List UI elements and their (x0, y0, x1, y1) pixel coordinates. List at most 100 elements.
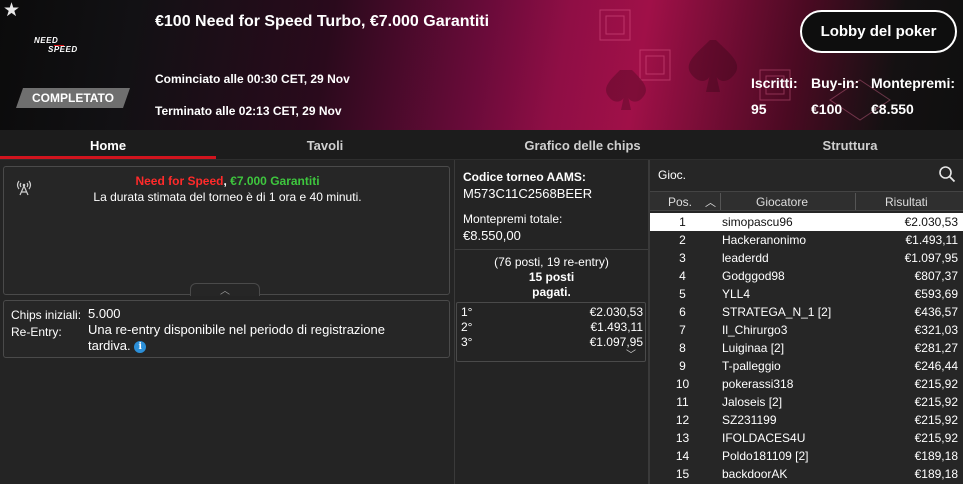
row-player: simopascu96 (722, 215, 793, 229)
row-player: T-palleggio (722, 359, 781, 373)
row-result: €246,44 (914, 359, 958, 373)
row-position: 11 (676, 395, 689, 409)
row-player: Poldo181109 [2] (722, 449, 809, 463)
aams-code-value: M573C11C2568BEER (463, 186, 593, 201)
table-row[interactable]: 5 YLL4 €593,69 (650, 285, 963, 303)
row-position: 13 (675, 431, 690, 445)
player-search-input[interactable]: Gioc. (658, 168, 686, 182)
tournament-title: €100 Need for Speed Turbo, €7.000 Garant… (155, 13, 490, 30)
row-player: Jaloseis [2] (722, 395, 783, 409)
row-result: €1.097,95 (904, 251, 958, 265)
table-row[interactable]: 9 T-palleggio €246,44 (650, 357, 963, 375)
prize-position: 1° (461, 305, 473, 319)
paid-places-suffix: pagati. (532, 285, 571, 299)
row-result: €215,92 (914, 413, 958, 427)
row-result: €593,69 (914, 287, 958, 301)
players-table-header: Pos. ︿ Giocatore Risultati (650, 191, 963, 211)
row-result: €2.030,53 (904, 215, 958, 229)
table-row[interactable]: 4 Godggod98 €807,37 (650, 267, 963, 285)
end-time: Terminato alle 02:13 CET, 29 Nov (155, 104, 342, 118)
prize-row: 2° €1.493,11 (461, 320, 643, 335)
prize-row: 3° €1.097,95 (461, 335, 643, 350)
row-player: IFOLDACES4U (722, 431, 806, 445)
row-player: leaderdd (722, 251, 769, 265)
table-row[interactable]: 13 IFOLDACES4U €215,92 (650, 429, 963, 447)
table-row[interactable]: 3 leaderdd €1.097,95 (650, 249, 963, 267)
table-row[interactable]: 7 Il_Chirurgo3 €321,03 (650, 321, 963, 339)
row-position: 14 (675, 449, 690, 463)
row-result: €215,92 (914, 395, 958, 409)
info-icon[interactable]: i (134, 340, 147, 353)
row-position: 3 (679, 251, 686, 265)
aams-code-label: Codice torneo AAMS: (463, 170, 586, 184)
status-badge: COMPLETATO (16, 88, 130, 108)
table-row[interactable]: 15 backdoorAK €189,18 (650, 465, 963, 483)
stat-buyin: Buy-in: €100 (811, 75, 859, 117)
row-position: 4 (679, 269, 686, 283)
table-row[interactable]: 6 STRATEGA_N_1 [2] €436,57 (650, 303, 963, 321)
col-position[interactable]: Pos. (668, 195, 692, 209)
total-prize-label: Montepremi totale: (463, 212, 563, 226)
start-time: Cominciato alle 00:30 CET, 29 Nov (155, 72, 350, 86)
collapse-toggle[interactable]: ︿ (190, 283, 260, 297)
row-result: €189,18 (914, 467, 958, 481)
prize-list[interactable]: 1° €2.030,53 2° €1.493,11 3° €1.097,95 ﹀ (456, 302, 646, 362)
table-row[interactable]: 10 pokerassi318 €215,92 (650, 375, 963, 393)
row-result: €321,03 (914, 323, 958, 337)
tournament-header: ★ NEED SPEED COMPLETATO €100 Need for Sp… (0, 0, 963, 130)
row-position: 9 (679, 359, 686, 373)
players-table-body: 1 simopascu96 €2.030,53 2 Hackeranonimo €1.4… (650, 213, 963, 483)
chevron-down-icon[interactable]: ﹀ (626, 346, 636, 361)
tournament-lobby-window: ★ NEED SPEED COMPLETATO €100 Need for Sp… (0, 0, 963, 484)
row-result: €807,37 (914, 269, 958, 283)
row-result: €281,27 (914, 341, 958, 355)
table-row[interactable]: 11 Jaloseis [2] €215,92 (650, 393, 963, 411)
stat-prize-pool-label: Montepremi: (871, 75, 955, 91)
row-player: YLL4 (722, 287, 751, 301)
col-results[interactable]: Risultati (885, 195, 928, 209)
row-position: 2 (679, 233, 686, 247)
chevron-up-icon: ︿ (220, 286, 230, 297)
tab-bar: Home Tavoli Grafico delle chips Struttur… (0, 130, 963, 160)
tab-chip-graph[interactable]: Grafico delle chips (470, 130, 695, 160)
tournament-name-line: Need for Speed, €7.000 Garantiti (4, 174, 451, 188)
starting-chips-value: 5.000 (88, 306, 121, 321)
table-row[interactable]: 1 simopascu96 €2.030,53 (650, 213, 963, 231)
paid-places-text: (76 posti, 19 re-entry) 15 posti pagati. (455, 255, 648, 300)
tab-structure[interactable]: Struttura (740, 130, 960, 160)
prize-row: 1° €2.030,53 (461, 305, 643, 320)
search-icon[interactable] (938, 165, 956, 183)
row-result: €436,57 (914, 305, 958, 319)
table-row[interactable]: 14 Poldo181109 [2] €189,18 (650, 447, 963, 465)
table-row[interactable]: 8 Luiginaa [2] €281,27 (650, 339, 963, 357)
starting-chips-label: Chips iniziali: (11, 308, 82, 322)
total-prize-value: €8.550,00 (463, 228, 521, 243)
table-row[interactable]: 2 Hackeranonimo €1.493,11 (650, 231, 963, 249)
reentry-label: Re-Entry: (11, 325, 62, 339)
prize-amount: €2.030,53 (589, 305, 643, 319)
favorite-star-icon[interactable]: ★ (3, 1, 20, 21)
reentry-value-block: Una re-entry disponibile nel periodo di … (88, 322, 418, 354)
stat-buyin-value: €100 (811, 101, 843, 117)
row-player: SZ231199 (722, 413, 777, 427)
need-for-speed-logo: NEED SPEED (34, 36, 78, 54)
col-player[interactable]: Giocatore (756, 195, 808, 209)
row-player: backdoorAK (722, 467, 788, 481)
row-position: 8 (679, 341, 686, 355)
row-player: pokerassi318 (722, 377, 794, 391)
table-row[interactable]: 12 SZ231199 €215,92 (650, 411, 963, 429)
tournament-details-box: Chips iniziali: 5.000 Re-Entry: Una re-e… (3, 300, 450, 358)
poker-lobby-button[interactable]: Lobby del poker (800, 10, 957, 53)
sort-chevron-up-icon[interactable]: ︿ (705, 194, 716, 210)
tab-tables[interactable]: Tavoli (216, 130, 434, 160)
entries-summary: (76 posti, 19 re-entry) (494, 255, 609, 269)
players-panel: Gioc. Pos. ︿ Giocatore Risultati 1 simopa… (650, 160, 963, 484)
paid-places-count: 15 posti (528, 270, 575, 284)
row-player: Hackeranonimo (722, 233, 807, 247)
row-position: 12 (675, 413, 690, 427)
estimated-duration: La durata stimata del torneo è di 1 ora … (93, 190, 362, 204)
row-player: Godggod98 (722, 269, 785, 283)
row-position: 7 (679, 323, 686, 337)
tournament-guarantee-green: €7.000 Garantiti (230, 174, 320, 188)
row-player: Il_Chirurgo3 (722, 323, 788, 337)
